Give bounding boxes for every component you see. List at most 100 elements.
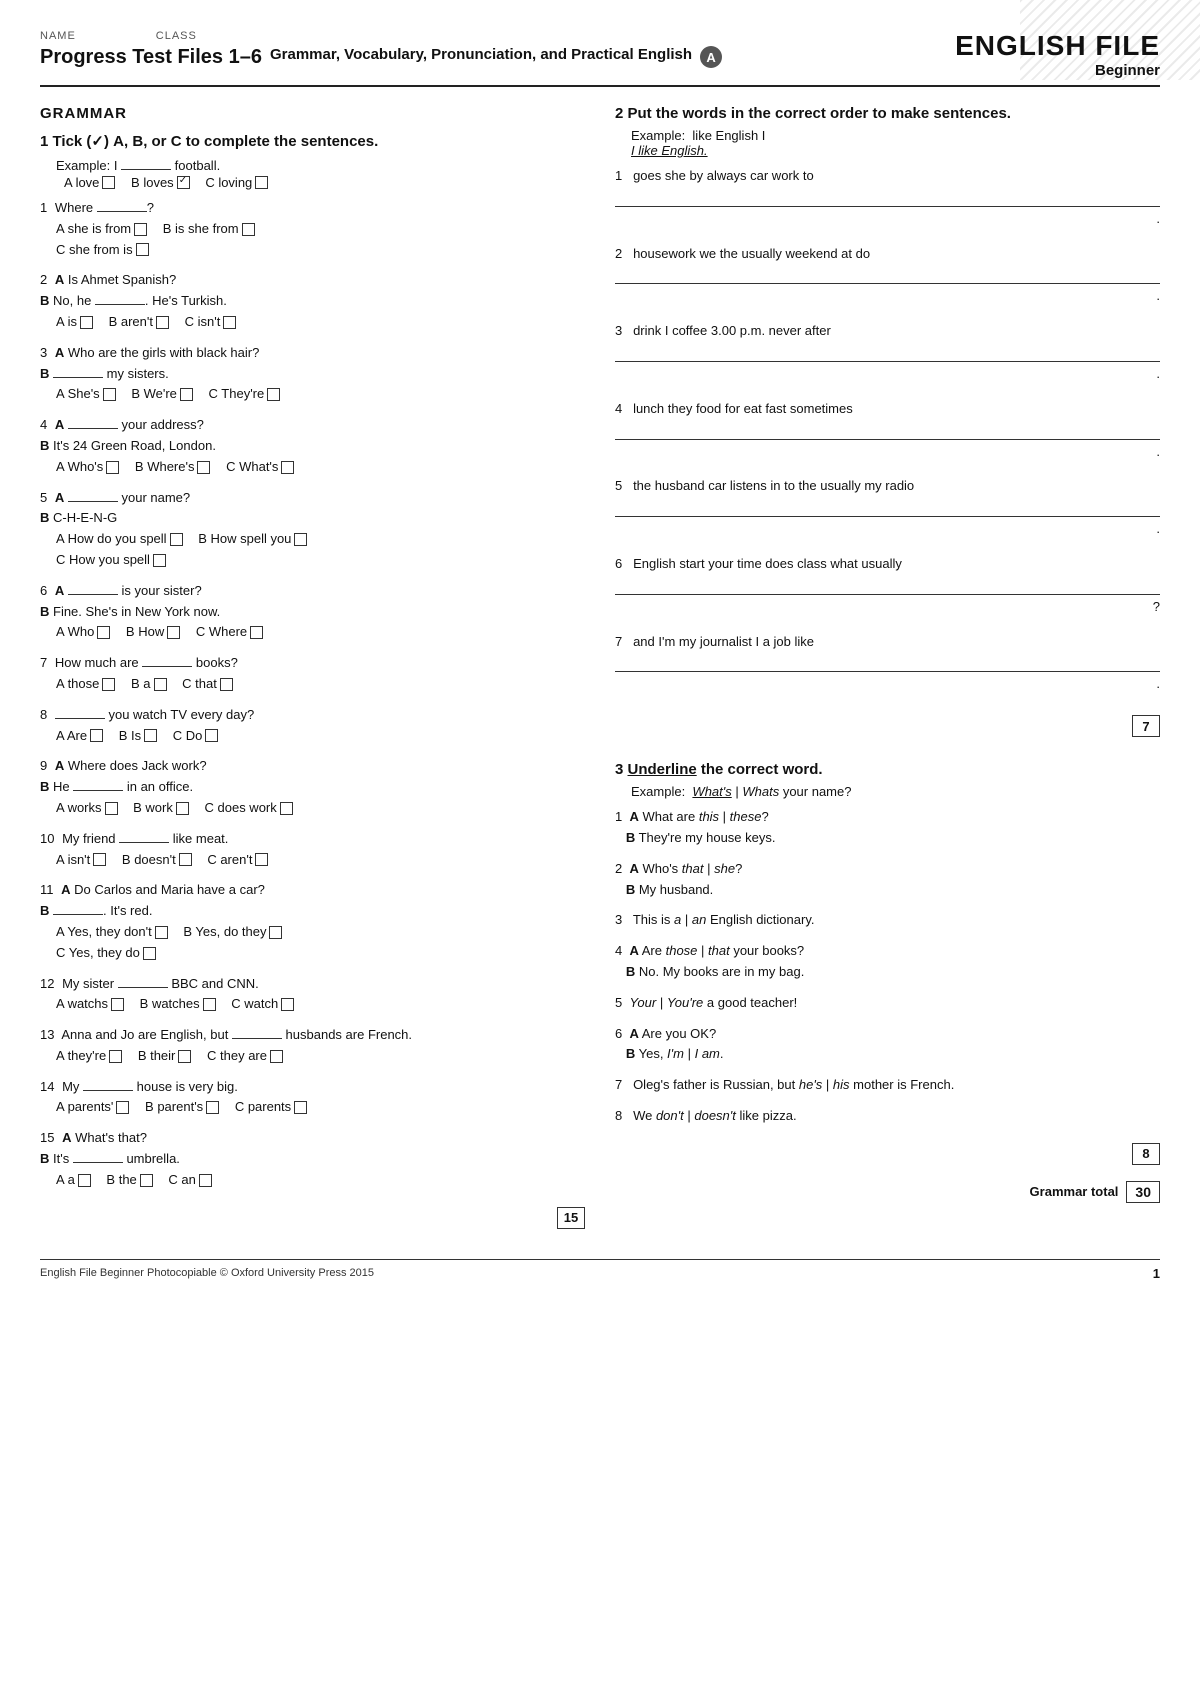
cb-14b[interactable] bbox=[206, 1101, 219, 1114]
opt-6a: A Who bbox=[56, 622, 110, 643]
cb-14a[interactable] bbox=[116, 1101, 129, 1114]
answer-line-5 bbox=[615, 499, 1160, 517]
cb-15a[interactable] bbox=[78, 1174, 91, 1187]
opt-10a: A isn't bbox=[56, 850, 106, 871]
cb-5a[interactable] bbox=[170, 533, 183, 546]
blank-1 bbox=[97, 198, 147, 212]
cb-5b[interactable] bbox=[294, 533, 307, 546]
cb-13b[interactable] bbox=[178, 1050, 191, 1063]
opt-6b: B How bbox=[126, 622, 180, 643]
cb-2c[interactable] bbox=[223, 316, 236, 329]
blank-6 bbox=[68, 581, 118, 595]
cb-3c[interactable] bbox=[267, 388, 280, 401]
cb-7b[interactable] bbox=[154, 678, 167, 691]
q1-example: Example: I football. A love B loves C lo… bbox=[56, 156, 585, 190]
cb-5c[interactable] bbox=[153, 554, 166, 567]
q1-item-7: 7 How much are books? A those B a C that bbox=[40, 653, 585, 695]
cb-8b[interactable] bbox=[144, 729, 157, 742]
cb-7c[interactable] bbox=[220, 678, 233, 691]
opt-9b: B work bbox=[133, 798, 189, 819]
cb-6a[interactable] bbox=[97, 626, 110, 639]
q1-item-10: 10 My friend like meat. A isn't B doesn'… bbox=[40, 829, 585, 871]
cb-4a[interactable] bbox=[106, 461, 119, 474]
cb-2b[interactable] bbox=[156, 316, 169, 329]
q1-item-8: 8 you watch TV every day? A Are B Is C D… bbox=[40, 705, 585, 747]
grammar-total-score: 30 bbox=[1126, 1181, 1160, 1203]
opt-12c: C watch bbox=[231, 994, 294, 1015]
cb-14c[interactable] bbox=[294, 1101, 307, 1114]
opt-13b: B their bbox=[138, 1046, 192, 1067]
blank-10 bbox=[119, 829, 169, 843]
cb-12c[interactable] bbox=[281, 998, 294, 1011]
q1-item-9: 9 A Where does Jack work? B He in an off… bbox=[40, 756, 585, 818]
opt-3b: B We're bbox=[131, 384, 193, 405]
cb-10a[interactable] bbox=[93, 853, 106, 866]
cb-1b[interactable] bbox=[242, 223, 255, 236]
q1-item-12: 12 My sister BBC and CNN. A watchs B wat… bbox=[40, 974, 585, 1016]
cb-10c[interactable] bbox=[255, 853, 268, 866]
opt-5a: A How do you spell bbox=[56, 529, 183, 550]
q2-score-box: 7 bbox=[1132, 715, 1160, 737]
q1-item-5: 5 A your name? B C-H-E-N-G A How do you … bbox=[40, 488, 585, 571]
cb-12b[interactable] bbox=[203, 998, 216, 1011]
blank-3 bbox=[53, 364, 103, 378]
cb-9c[interactable] bbox=[280, 802, 293, 815]
cb-15c[interactable] bbox=[199, 1174, 212, 1187]
blank-9 bbox=[73, 777, 123, 791]
cb-3b[interactable] bbox=[180, 388, 193, 401]
opt-13c: C they are bbox=[207, 1046, 283, 1067]
blank-4 bbox=[68, 415, 118, 429]
q3-item-3: 3 This is a | an English dictionary. bbox=[615, 910, 1160, 931]
question-2-block: 2 Put the words in the correct order to … bbox=[615, 105, 1160, 737]
q3-item-7: 7 Oleg's father is Russian, but he's | h… bbox=[615, 1075, 1160, 1096]
cb-9a[interactable] bbox=[105, 802, 118, 815]
cb-4b[interactable] bbox=[197, 461, 210, 474]
q2-item-1: 1 goes she by always car work to . bbox=[615, 166, 1160, 230]
q1-num: 1 Tick (✓) A, B, or C to complete the se… bbox=[40, 132, 585, 150]
cb-8c[interactable] bbox=[205, 729, 218, 742]
cb-9b[interactable] bbox=[176, 802, 189, 815]
example-opt-b: B loves bbox=[131, 175, 190, 190]
cb-15b[interactable] bbox=[140, 1174, 153, 1187]
cb-1a[interactable] bbox=[134, 223, 147, 236]
q3-underline-word: Underline bbox=[628, 761, 697, 778]
opt-8c: C Do bbox=[173, 726, 219, 747]
opt-4c: C What's bbox=[226, 457, 294, 478]
checkbox-c[interactable] bbox=[255, 176, 268, 189]
q2-item-3: 3 drink I coffee 3.00 p.m. never after . bbox=[615, 321, 1160, 385]
cb-7a[interactable] bbox=[102, 678, 115, 691]
checkbox-a[interactable] bbox=[102, 176, 115, 189]
q2-item-2: 2 housework we the usually weekend at do… bbox=[615, 244, 1160, 308]
cb-4c[interactable] bbox=[281, 461, 294, 474]
cb-11b[interactable] bbox=[269, 926, 282, 939]
q1-item-2: 2 A Is Ahmet Spanish? B No, he . He's Tu… bbox=[40, 270, 585, 332]
q3-item-6: 6 A Are you OK? B Yes, I'm | I am. bbox=[615, 1024, 1160, 1066]
cb-13c[interactable] bbox=[270, 1050, 283, 1063]
grammar-total-label: Grammar total bbox=[1030, 1184, 1119, 1199]
cb-2a[interactable] bbox=[80, 316, 93, 329]
cb-8a[interactable] bbox=[90, 729, 103, 742]
q3-item-2: 2 A Who's that | she? B My husband. bbox=[615, 859, 1160, 901]
cb-12a[interactable] bbox=[111, 998, 124, 1011]
q3-header: 3 Underline the correct word. bbox=[615, 761, 1160, 778]
q1-item-14: 14 My house is very big. A parents' B pa… bbox=[40, 1077, 585, 1119]
q3-item-1: 1 A What are this | these? B They're my … bbox=[615, 807, 1160, 849]
cb-6b[interactable] bbox=[167, 626, 180, 639]
cb-11c[interactable] bbox=[143, 947, 156, 960]
answer-line-3 bbox=[615, 344, 1160, 362]
cb-11a[interactable] bbox=[155, 926, 168, 939]
cb-10b[interactable] bbox=[179, 853, 192, 866]
question-1-block: 1 Tick (✓) A, B, or C to complete the se… bbox=[40, 132, 585, 1229]
cb-3a[interactable] bbox=[103, 388, 116, 401]
checkbox-b[interactable] bbox=[177, 176, 190, 189]
cb-13a[interactable] bbox=[109, 1050, 122, 1063]
class-label: CLASS bbox=[156, 30, 197, 42]
header: NAME CLASS Progress Test Files 1–6 Gramm… bbox=[40, 30, 1160, 87]
opt-9c: C does work bbox=[205, 798, 293, 819]
q2-item-4: 4 lunch they food for eat fast sometimes… bbox=[615, 399, 1160, 463]
blank-5 bbox=[68, 488, 118, 502]
cb-6c[interactable] bbox=[250, 626, 263, 639]
opt-11a: A Yes, they don't bbox=[56, 922, 168, 943]
opt-7a: A those bbox=[56, 674, 115, 695]
cb-1c[interactable] bbox=[136, 243, 149, 256]
